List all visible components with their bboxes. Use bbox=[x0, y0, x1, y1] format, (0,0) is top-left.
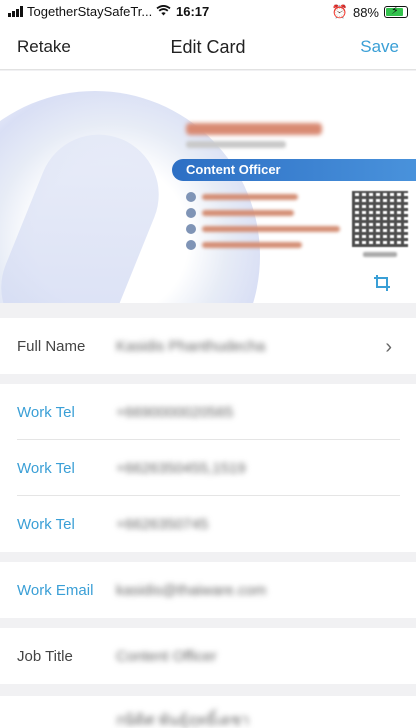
phone-icon bbox=[186, 224, 196, 234]
email-section: Work Email kasidis@thaiware.com bbox=[0, 562, 416, 618]
card-name-text bbox=[186, 123, 322, 135]
navigation-bar: Retake Edit Card Save bbox=[0, 24, 416, 70]
wifi-icon bbox=[156, 4, 171, 19]
job-section: Job Title Content Officer bbox=[0, 628, 416, 684]
field-row-local-name[interactable]: กษิดิศ พันธุ์ฤทธิ์เดชา bbox=[0, 696, 416, 728]
field-row-work-tel[interactable]: Work Tel +6690000020565 bbox=[0, 384, 416, 440]
qr-code bbox=[352, 191, 408, 247]
card-role-text: Content Officer bbox=[186, 162, 281, 177]
fax-icon bbox=[186, 240, 196, 250]
field-value[interactable]: +6690000020565 bbox=[116, 404, 233, 421]
battery-percent: 88% bbox=[352, 4, 379, 20]
crop-icon bbox=[374, 275, 390, 291]
card-contact-phone bbox=[186, 224, 340, 234]
field-value[interactable]: Kasidis Phanthudecha bbox=[116, 338, 265, 355]
field-label: Full Name bbox=[17, 337, 86, 355]
field-value[interactable]: +6626350455,1519 bbox=[116, 460, 246, 477]
extra-section: กษิดิศ พันธุ์ฤทธิ์เดชา bbox=[0, 696, 416, 728]
field-label: Work Tel bbox=[17, 515, 75, 533]
field-row-full-name[interactable]: Full Name Kasidis Phanthudecha › bbox=[0, 318, 416, 374]
save-button[interactable]: Save bbox=[360, 37, 399, 57]
field-label: Work Tel bbox=[17, 403, 75, 421]
mobile-icon bbox=[186, 208, 196, 218]
email-icon bbox=[186, 192, 196, 202]
crop-button[interactable] bbox=[364, 267, 400, 299]
battery-icon: ⚡ bbox=[384, 5, 408, 18]
card-name-subtext bbox=[186, 141, 286, 148]
alarm-icon: ⏰ bbox=[331, 4, 348, 19]
card-contact-fax bbox=[186, 240, 302, 250]
carrier-label: TogetherStaySafeTr... bbox=[27, 4, 153, 19]
card-preview: Content Officer bbox=[0, 71, 416, 303]
card-contact-email bbox=[186, 192, 298, 202]
status-left: TogetherStaySafeTr... bbox=[8, 4, 171, 19]
page-title: Edit Card bbox=[170, 37, 246, 57]
field-value[interactable]: กษิดิศ พันธุ์ฤทธิ์เดชา bbox=[116, 708, 249, 728]
card-role-band: Content Officer bbox=[172, 159, 416, 181]
field-row-work-email[interactable]: Work Email kasidis@thaiware.com bbox=[0, 562, 416, 618]
field-label: Work Tel bbox=[17, 459, 75, 477]
status-right: ⏰ 88% ⚡ bbox=[332, 4, 408, 20]
field-value[interactable]: Content Officer bbox=[116, 648, 217, 665]
field-label: Work Email bbox=[17, 581, 94, 599]
field-row-work-tel[interactable]: Work Tel +6626350455,1519 bbox=[0, 440, 416, 496]
field-row-work-tel[interactable]: Work Tel +6626350745 bbox=[0, 496, 416, 552]
field-value[interactable]: +6626350745 bbox=[116, 516, 208, 533]
status-bar: TogetherStaySafeTr... 16:17 ⏰ 88% ⚡ bbox=[0, 0, 416, 24]
chevron-right-icon[interactable]: › bbox=[385, 336, 392, 359]
name-section: Full Name Kasidis Phanthudecha › bbox=[0, 318, 416, 374]
field-label: Job Title bbox=[17, 647, 73, 665]
card-contact-mobile bbox=[186, 208, 294, 218]
qr-caption bbox=[363, 252, 397, 257]
field-value[interactable]: kasidis@thaiware.com bbox=[116, 582, 266, 599]
signal-icon bbox=[8, 6, 23, 17]
phone-section: Work Tel +6690000020565 Work Tel +662635… bbox=[0, 384, 416, 552]
field-row-job-title[interactable]: Job Title Content Officer bbox=[0, 628, 416, 684]
clock: 16:17 bbox=[176, 4, 210, 19]
